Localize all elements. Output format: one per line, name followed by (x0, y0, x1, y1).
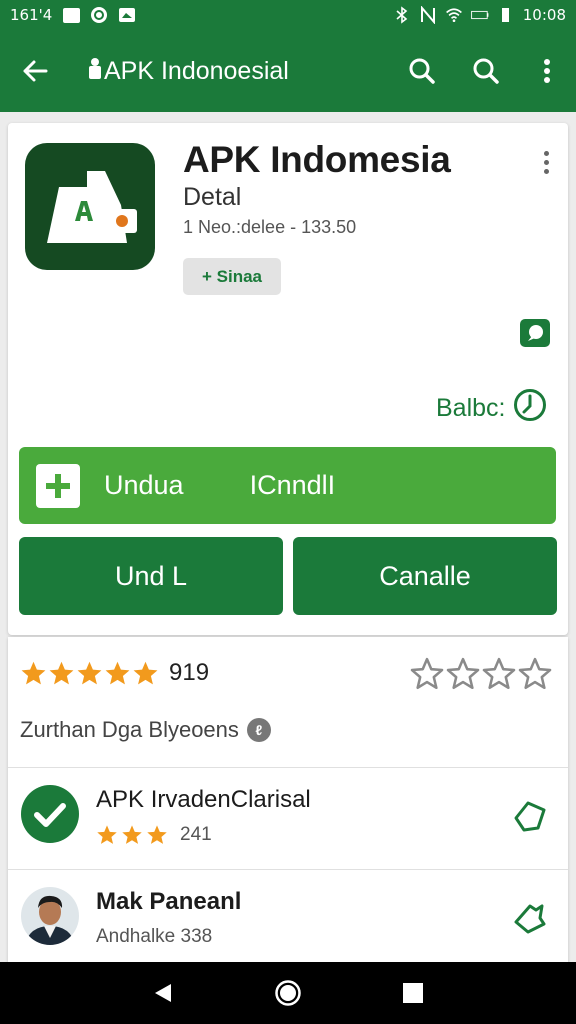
app-bar-title-text: APK Indonoesial (104, 56, 289, 85)
star-icon (105, 661, 130, 684)
star-icon (97, 825, 117, 844)
app-name: APK Indomesia (183, 139, 451, 180)
balance[interactable]: Balbc: (436, 388, 547, 429)
list-item-title: APK IrvadenClarisal (96, 786, 311, 813)
star-icon (77, 661, 102, 684)
app-meta: 1 Neo.:delee - 133.50 (183, 217, 357, 237)
nfc-icon (419, 6, 437, 24)
list-item-count: 241 (180, 824, 212, 845)
notification-icon (62, 6, 80, 24)
signal-icon (497, 6, 515, 24)
balance-label: Balbc: (436, 394, 506, 422)
rating-card: 919 Zurthan Dga Blyeoens ℓ APK IrvadenCl… (8, 637, 568, 967)
bluetooth-icon (393, 6, 411, 24)
avatar (20, 886, 80, 946)
info-icon[interactable]: ℓ (246, 718, 271, 742)
star-outline-icon[interactable] (446, 657, 480, 691)
search-icon[interactable] (454, 39, 518, 103)
list-item-subtitle: Andhalke 338 (96, 926, 213, 947)
star-icon (147, 825, 167, 844)
clock-icon (513, 388, 547, 429)
list-item-rating: 241 (96, 824, 212, 846)
rating-subline: Zurthan Dga Blyeoens ℓ (20, 717, 271, 743)
rating-subline-text: Zurthan Dga Blyeoens (20, 717, 239, 742)
status-left-text: 161'4 (10, 6, 53, 24)
message-icon[interactable] (519, 318, 551, 348)
sync-icon (90, 6, 108, 24)
app-logo-icon (25, 143, 155, 270)
install-button-label: Undua (104, 470, 184, 500)
star-outline-icon[interactable] (482, 657, 516, 691)
more-vert-icon[interactable] (518, 39, 576, 103)
cancel-button[interactable]: Canalle (293, 537, 557, 615)
rate-stars[interactable] (410, 657, 552, 691)
add-icon (36, 463, 80, 508)
star-icon (21, 661, 46, 684)
list-item-title: Mak Paneanl (96, 888, 242, 915)
list-item[interactable]: APK IrvadenClarisal 241 (8, 768, 568, 868)
app-subtitle: Detal (183, 183, 242, 211)
nav-home-icon[interactable] (268, 973, 308, 1013)
tag-icon[interactable] (512, 900, 548, 936)
status-time: 10:08 (522, 6, 566, 24)
install-button-secondary-label: ICnndlI (249, 470, 336, 500)
more-vert-icon[interactable] (538, 147, 554, 177)
tag-icon[interactable] (512, 798, 548, 834)
list-item[interactable]: Mak Paneanl Andhalke 338 (8, 870, 568, 970)
lock-icon (88, 57, 102, 86)
rating-summary: 919 (20, 659, 209, 687)
wifi-icon (445, 6, 463, 24)
image-icon (118, 6, 136, 24)
star-outline-icon[interactable] (518, 657, 552, 691)
search-icon[interactable] (390, 39, 454, 103)
star-icon (122, 825, 142, 844)
star-icon (133, 661, 158, 684)
status-bar: 161'4 10:08 (0, 0, 576, 30)
app-bar: APK Indonoesial (0, 30, 576, 112)
star-icon (49, 661, 74, 684)
check-circle-icon (20, 784, 80, 844)
battery-icon (470, 6, 489, 24)
open-button[interactable]: Und L (19, 537, 283, 615)
arrow-back-icon[interactable] (0, 30, 70, 112)
install-button[interactable]: Undua ICnndlI (19, 447, 556, 524)
star-outline-icon[interactable] (410, 657, 444, 691)
nav-back-icon[interactable] (143, 973, 183, 1013)
status-badge[interactable]: + Sinaa (183, 258, 281, 295)
nav-recents-icon[interactable] (393, 973, 433, 1013)
app-header-card: APK Indomesia Detal 1 Neo.:delee - 133.5… (8, 123, 568, 635)
app-bar-title: APK Indonoesial (88, 57, 289, 86)
rating-value: 919 (169, 659, 210, 686)
nav-bar (0, 962, 576, 1024)
